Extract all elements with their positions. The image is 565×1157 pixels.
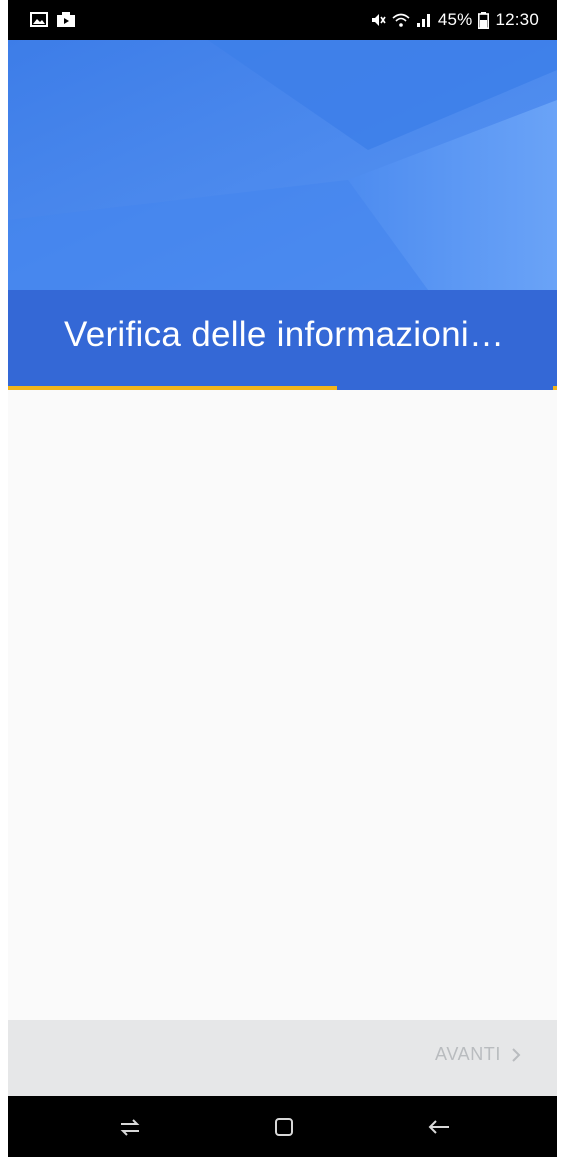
content-area: [8, 390, 557, 1020]
hero-background-shapes: [8, 40, 557, 290]
back-icon: [428, 1120, 449, 1134]
status-bar: 45% 12:30: [8, 0, 557, 40]
recent-apps-button[interactable]: [115, 1112, 145, 1142]
battery-percent: 45%: [437, 10, 473, 29]
back-button[interactable]: [424, 1112, 454, 1142]
gallery-icon: [30, 12, 48, 27]
chevron-right-icon: [512, 1047, 521, 1062]
next-button[interactable]: AVANTI: [435, 1044, 521, 1065]
page-title: Verifica delle informazioni…: [64, 315, 505, 354]
battery-icon: [478, 11, 490, 29]
home-button[interactable]: [269, 1112, 299, 1142]
header-hero-graphic: [8, 40, 557, 290]
wifi-icon: [392, 13, 410, 27]
status-right-icons: 45% 12:30: [370, 10, 539, 30]
camera-icon: [57, 12, 75, 27]
next-button-label: AVANTI: [435, 1044, 501, 1064]
system-navigation-bar: [8, 1096, 557, 1157]
status-left-icons: [30, 11, 76, 28]
recent-apps-icon: [120, 1119, 140, 1136]
bottom-action-bar: AVANTI: [8, 1020, 557, 1096]
status-time: 12:30: [495, 10, 539, 29]
phone-screen: 45% 12:30 Verifica delle informazioni… A…: [8, 0, 557, 1157]
signal-icon: [416, 14, 430, 27]
title-band: Verifica delle informazioni…: [8, 290, 557, 386]
mute-icon: [371, 14, 386, 26]
home-icon: [275, 1118, 293, 1136]
